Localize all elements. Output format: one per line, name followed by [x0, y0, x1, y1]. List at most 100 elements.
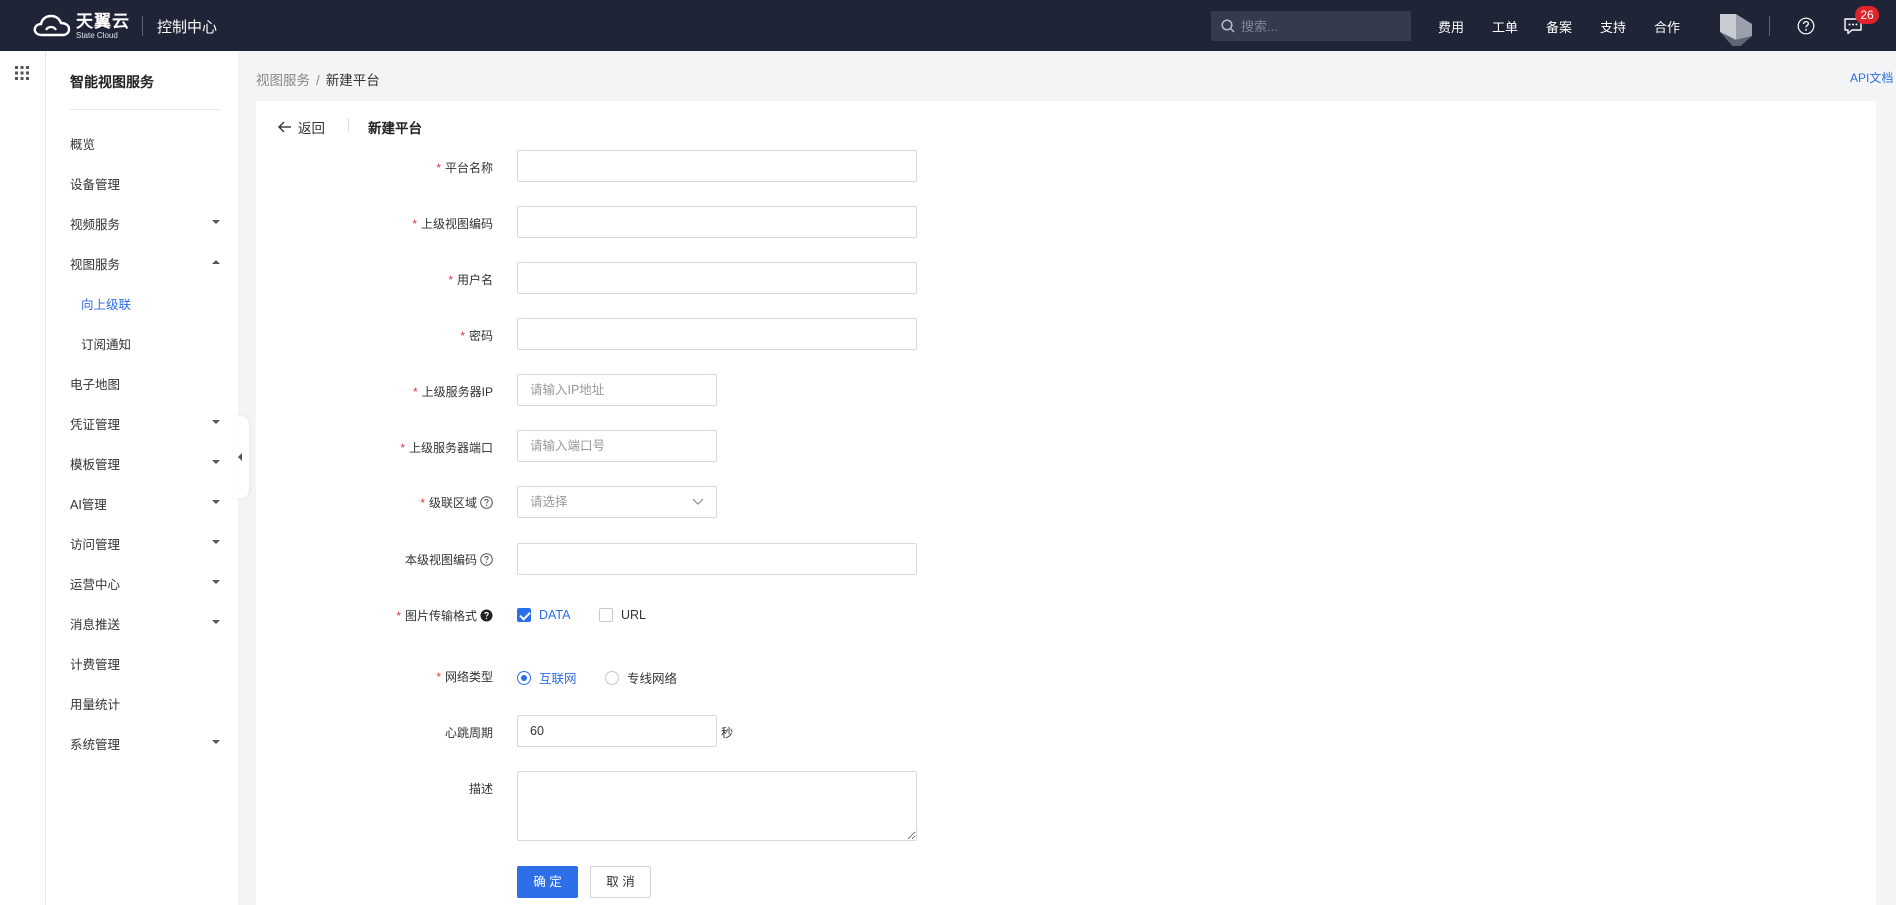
chevron-down-icon — [212, 740, 220, 744]
nav-ticket[interactable]: 工单 — [1492, 17, 1518, 36]
network-internet-radio[interactable]: 互联网 — [517, 668, 577, 687]
radio-label: 专线网络 — [627, 672, 678, 686]
sidebar-item-label: 运营中心 — [70, 578, 121, 592]
description-label: 描述 — [468, 782, 493, 796]
sidebar-item-overview[interactable]: 概览 — [70, 134, 220, 154]
chevron-down-icon — [212, 220, 220, 224]
required-mark: * — [460, 328, 465, 343]
server-port-label: * 上级服务器端口 — [400, 440, 493, 456]
required-mark: * — [448, 272, 453, 287]
console-title[interactable]: 控制中心 — [157, 16, 217, 37]
parent-view-code-label: * 上级视图编码 — [412, 216, 493, 232]
heartbeat-unit: 秒 — [721, 726, 734, 740]
divider — [1769, 16, 1770, 36]
search-input[interactable] — [1241, 18, 1401, 34]
server-port-input[interactable] — [517, 430, 717, 462]
nav-support[interactable]: 支持 — [1600, 17, 1626, 36]
confirm-button[interactable]: 确 定 — [517, 866, 578, 898]
required-mark: * — [436, 160, 441, 175]
breadcrumb-parent[interactable]: 视图服务 — [256, 73, 310, 88]
form-title: 新建平台 — [368, 121, 422, 136]
back-label: 返回 — [298, 121, 325, 136]
chevron-down-icon — [212, 500, 220, 504]
sidebar-item-push[interactable]: 消息推送 — [70, 614, 220, 634]
sidebar-title: 智能视图服务 — [70, 74, 154, 90]
platform-name-input[interactable] — [517, 150, 917, 182]
avatar[interactable] — [1718, 10, 1754, 46]
search-box[interactable] — [1211, 11, 1411, 41]
left-rail — [0, 51, 46, 905]
sidebar-item-subscription[interactable]: 订阅通知 — [81, 334, 231, 354]
chevron-down-icon — [212, 420, 220, 424]
nav-cooperation[interactable]: 合作 — [1654, 17, 1680, 36]
sidebar-item-map[interactable]: 电子地图 — [70, 374, 220, 394]
required-mark: * — [396, 608, 401, 623]
parent-view-code-input[interactable] — [517, 206, 917, 238]
heartbeat-input[interactable] — [517, 715, 717, 747]
arrow-left-icon — [278, 121, 291, 133]
network-type-label: * 网络类型 — [436, 669, 493, 685]
description-textarea[interactable] — [517, 771, 917, 841]
heartbeat-label: 心跳周期 — [444, 726, 493, 740]
breadcrumb-current: 新建平台 — [325, 73, 380, 88]
apps-grid-icon[interactable] — [15, 66, 29, 80]
top-bar: 天翼云 State Cloud 控制中心 费用 工单 备案 支持 合作 26 — [0, 0, 1896, 51]
checkbox-label: DATA — [539, 608, 571, 622]
api-doc-link[interactable]: API文档 — [1850, 69, 1893, 86]
chevron-down-icon — [692, 498, 704, 505]
server-ip-input[interactable] — [517, 374, 717, 406]
sidebar-item-ai[interactable]: AI管理 — [70, 494, 220, 514]
platform-name-label: * 平台名称 — [436, 160, 493, 176]
divider — [348, 118, 349, 132]
logo[interactable]: 天翼云 State Cloud — [32, 12, 130, 40]
sidebar-item-label: AI管理 — [70, 498, 107, 512]
sidebar-item-operations[interactable]: 运营中心 — [70, 574, 220, 594]
sidebar-item-label: 计费管理 — [70, 658, 121, 672]
logo-subtitle: State Cloud — [76, 30, 118, 40]
sidebar-item-billing[interactable]: 计费管理 — [70, 654, 220, 674]
local-view-code-input[interactable] — [517, 543, 917, 575]
password-input[interactable] — [517, 318, 917, 350]
cancel-button[interactable]: 取 消 — [590, 866, 651, 898]
sidebar-item-label: 凭证管理 — [70, 418, 121, 432]
password-label: * 密码 — [460, 328, 493, 344]
sidebar-item-usage[interactable]: 用量统计 — [70, 694, 220, 714]
chevron-down-icon — [212, 620, 220, 624]
search-icon — [1221, 19, 1235, 33]
message-count-badge: 26 — [1855, 6, 1879, 24]
form-card: 返回 新建平台 * 平台名称 * 上级视图编码 * 用户名 * 密码 * 上级服务器IP … — [256, 101, 1876, 905]
checkbox-checked — [517, 608, 531, 622]
chevron-down-icon — [212, 460, 220, 464]
back-button[interactable]: 返回 — [278, 117, 325, 137]
sidebar-item-video-service[interactable]: 视频服务 — [70, 214, 220, 234]
sidebar-item-view-service[interactable]: 视图服务 — [70, 254, 220, 274]
required-mark: * — [400, 440, 405, 455]
required-mark: * — [412, 216, 417, 231]
chevron-down-icon — [212, 580, 220, 584]
chevron-down-icon — [212, 540, 220, 544]
format-url-checkbox[interactable]: URL — [599, 608, 646, 622]
chevron-up-icon — [212, 260, 220, 264]
sidebar-collapse-button[interactable] — [233, 416, 249, 498]
nav-filing[interactable]: 备案 — [1546, 17, 1572, 36]
sidebar-item-devices[interactable]: 设备管理 — [70, 174, 220, 194]
sidebar-item-cascade-up[interactable]: 向上级联 — [81, 294, 231, 314]
question-circle-icon[interactable] — [480, 496, 493, 509]
checkbox-unchecked — [599, 608, 613, 622]
question-filled-icon[interactable] — [480, 609, 493, 622]
sidebar-item-templates[interactable]: 模板管理 — [70, 454, 220, 474]
logo-name: 天翼云 — [76, 11, 130, 31]
help-icon[interactable] — [1797, 17, 1815, 35]
nav-billing[interactable]: 费用 — [1438, 17, 1464, 36]
sidebar-item-label: 用量统计 — [70, 698, 121, 712]
cascade-region-select[interactable]: 请选择 — [517, 486, 717, 518]
sidebar-item-system[interactable]: 系统管理 — [70, 734, 220, 754]
sidebar-item-credentials[interactable]: 凭证管理 — [70, 414, 220, 434]
sidebar-item-access[interactable]: 访问管理 — [70, 534, 220, 554]
network-private-radio[interactable]: 专线网络 — [605, 668, 677, 687]
format-data-checkbox[interactable]: DATA — [517, 608, 570, 622]
username-input[interactable] — [517, 262, 917, 294]
required-mark: * — [420, 495, 425, 510]
radio-selected — [517, 670, 531, 685]
question-circle-icon[interactable] — [480, 553, 493, 566]
